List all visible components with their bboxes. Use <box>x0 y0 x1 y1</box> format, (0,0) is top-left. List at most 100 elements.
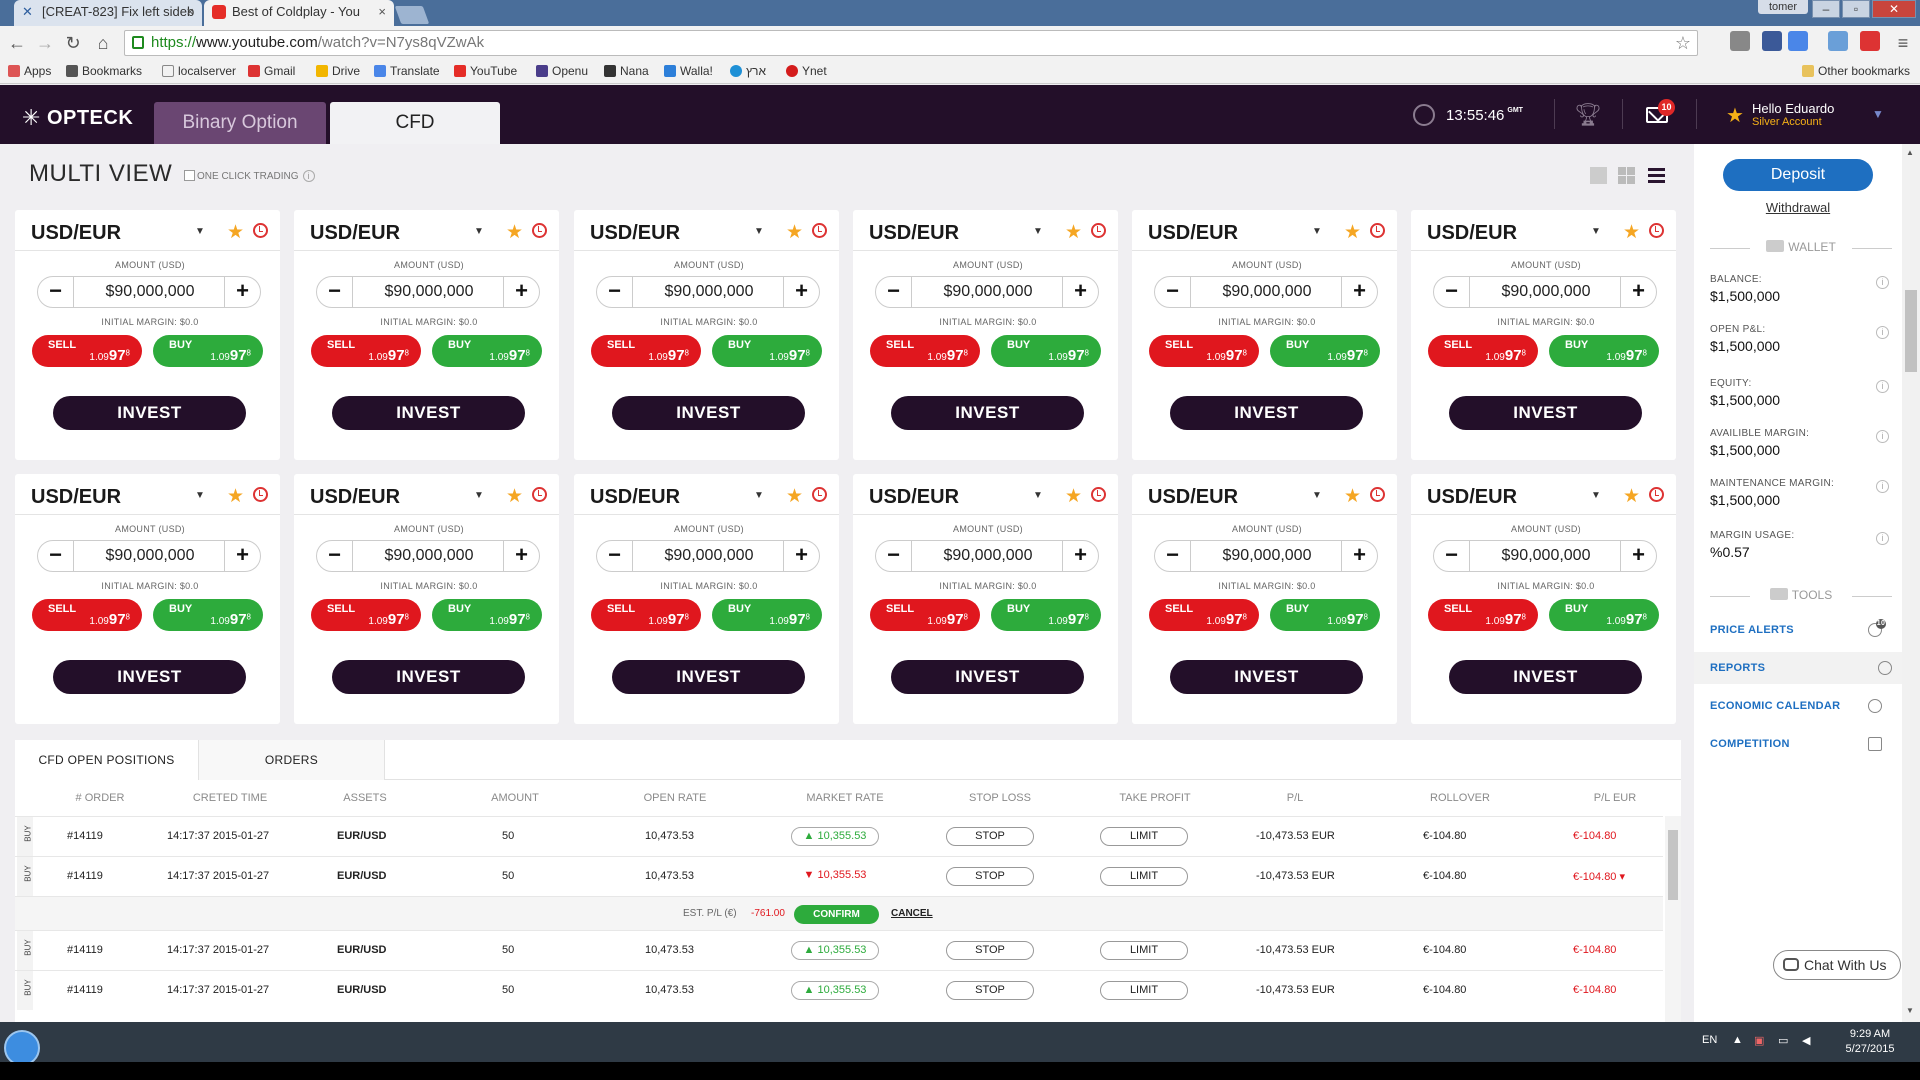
amount-input[interactable]: $90,000,000 <box>1191 277 1343 307</box>
forward-arrow-icon[interactable]: → <box>34 32 56 54</box>
invest-button[interactable]: INVEST <box>1449 660 1642 694</box>
asset-pair[interactable]: USD/EUR <box>590 486 680 509</box>
buy-button[interactable]: BUY 1.09978 <box>432 599 542 631</box>
chevron-down-icon[interactable]: ▼ <box>1312 226 1322 237</box>
sell-button[interactable]: SELL 1.09978 <box>870 599 980 631</box>
monitor-icon[interactable]: ▭ <box>1778 1034 1788 1047</box>
decrease-amount-button[interactable]: − <box>38 541 74 571</box>
asset-pair[interactable]: USD/EUR <box>31 222 121 245</box>
asset-pair[interactable]: USD/EUR <box>590 222 680 245</box>
favorite-star-icon[interactable]: ★ <box>1065 485 1082 508</box>
chevron-down-icon[interactable]: ▼ <box>1872 107 1884 121</box>
invest-button[interactable]: INVEST <box>53 396 246 430</box>
windows-start-icon[interactable] <box>4 1030 40 1066</box>
grid-view-icon[interactable] <box>1618 167 1635 184</box>
chat-button[interactable]: Chat With Us <box>1773 950 1901 980</box>
bookmark-walla[interactable]: Walla! <box>664 64 713 78</box>
decrease-amount-button[interactable]: − <box>876 277 912 307</box>
sell-button[interactable]: SELL 1.09978 <box>591 335 701 367</box>
reload-icon[interactable]: ↻ <box>62 32 84 54</box>
chevron-down-icon[interactable]: ▼ <box>1591 490 1601 501</box>
cancel-button[interactable]: CANCEL <box>891 908 933 919</box>
asset-pair[interactable]: USD/EUR <box>31 486 121 509</box>
bookmark-translate[interactable]: Translate <box>374 64 440 78</box>
amount-input[interactable]: $90,000,000 <box>353 277 505 307</box>
deposit-button[interactable]: Deposit <box>1723 159 1873 191</box>
info-icon[interactable]: i <box>1876 326 1889 339</box>
invest-button[interactable]: INVEST <box>612 396 805 430</box>
info-icon[interactable]: i <box>302 170 315 182</box>
take-profit-button[interactable]: LIMIT <box>1100 867 1188 886</box>
decrease-amount-button[interactable]: − <box>1155 541 1191 571</box>
alarm-clock-icon[interactable] <box>532 223 547 238</box>
bookmark-other[interactable]: Other bookmarks <box>1802 64 1910 78</box>
info-icon[interactable]: i <box>1876 276 1889 289</box>
favorite-star-icon[interactable]: ★ <box>1344 221 1361 244</box>
amount-input[interactable]: $90,000,000 <box>1470 541 1622 571</box>
tool-reports[interactable]: REPORTS <box>1694 652 1902 684</box>
chevron-down-icon[interactable]: ▼ <box>754 490 764 501</box>
decrease-amount-button[interactable]: − <box>1155 277 1191 307</box>
trophy-icon[interactable]: 🏆︎ <box>1574 102 1602 128</box>
tab-cfd[interactable]: CFD <box>330 102 500 144</box>
buy-button[interactable]: BUY 1.09978 <box>1270 599 1380 631</box>
table-row[interactable]: BUY #14119 14:17:37 2015-01-27 EUR/USD 50 10,… <box>15 856 1663 896</box>
camera-icon[interactable] <box>1828 31 1848 51</box>
chevron-down-icon[interactable]: ▼ <box>195 226 205 237</box>
buy-button[interactable]: BUY 1.09978 <box>991 599 1101 631</box>
alarm-clock-icon[interactable] <box>1649 223 1664 238</box>
table-scrollbar[interactable] <box>1665 816 1681 1022</box>
sell-button[interactable]: SELL 1.09978 <box>311 599 421 631</box>
stop-loss-button[interactable]: STOP <box>946 827 1034 846</box>
increase-amount-button[interactable]: + <box>224 277 260 307</box>
sell-button[interactable]: SELL 1.09978 <box>32 599 142 631</box>
invest-button[interactable]: INVEST <box>612 660 805 694</box>
sell-button[interactable]: SELL 1.09978 <box>591 599 701 631</box>
asset-pair[interactable]: USD/EUR <box>310 222 400 245</box>
bookmark-localserver[interactable]: localserver <box>162 64 236 78</box>
favorite-star-icon[interactable]: ★ <box>1344 485 1361 508</box>
url-input[interactable]: https://www.youtube.com/watch?v=N7ys8qVZ… <box>124 30 1698 56</box>
extension-gear-icon[interactable] <box>1730 31 1750 51</box>
confirm-button[interactable]: CONFIRM <box>794 905 879 924</box>
decrease-amount-button[interactable]: − <box>1434 541 1470 571</box>
decrease-amount-button[interactable]: − <box>597 277 633 307</box>
invest-button[interactable]: INVEST <box>1449 396 1642 430</box>
favorite-star-icon[interactable]: ★ <box>227 485 244 508</box>
bookmark-youtube[interactable]: YouTube <box>454 64 517 78</box>
amount-input[interactable]: $90,000,000 <box>1470 277 1622 307</box>
withdrawal-link[interactable]: Withdrawal <box>1694 200 1902 215</box>
decrease-amount-button[interactable]: − <box>597 541 633 571</box>
buy-button[interactable]: BUY 1.09978 <box>1270 335 1380 367</box>
buy-button[interactable]: BUY 1.09978 <box>432 335 542 367</box>
decrease-amount-button[interactable]: − <box>317 541 353 571</box>
system-clock[interactable]: 9:29 AM 5/27/2015 <box>1840 1028 1900 1055</box>
close-icon[interactable]: × <box>186 0 194 24</box>
increase-amount-button[interactable]: + <box>224 541 260 571</box>
asset-pair[interactable]: USD/EUR <box>1427 486 1517 509</box>
table-row[interactable]: BUY #14119 14:17:37 2015-01-27 EUR/USD 50 10,… <box>15 970 1663 1010</box>
favorite-star-icon[interactable]: ★ <box>1623 485 1640 508</box>
decrease-amount-button[interactable]: − <box>317 277 353 307</box>
language-indicator[interactable]: EN <box>1702 1034 1717 1046</box>
bookmark-star-icon[interactable]: ☆ <box>1675 31 1691 55</box>
minimize-button[interactable]: – <box>1812 0 1840 18</box>
increase-amount-button[interactable]: + <box>1062 541 1098 571</box>
alarm-clock-icon[interactable] <box>1091 223 1106 238</box>
asset-pair[interactable]: USD/EUR <box>1427 222 1517 245</box>
chevron-down-icon[interactable]: ▼ <box>474 226 484 237</box>
tab-cfd-open-positions[interactable]: CFD OPEN POSITIONS <box>15 740 199 780</box>
tool-economic-calendar[interactable]: ECONOMIC CALENDAR <box>1710 690 1892 722</box>
new-tab-button[interactable] <box>394 6 430 24</box>
stop-loss-button[interactable]: STOP <box>946 981 1034 1000</box>
invest-button[interactable]: INVEST <box>891 396 1084 430</box>
chevron-down-icon[interactable]: ▼ <box>1312 490 1322 501</box>
buy-button[interactable]: BUY 1.09978 <box>1549 335 1659 367</box>
chevron-down-icon[interactable]: ▼ <box>754 226 764 237</box>
alarm-clock-icon[interactable] <box>253 223 268 238</box>
increase-amount-button[interactable]: + <box>1341 277 1377 307</box>
greeting[interactable]: Hello Eduardo <box>1752 101 1834 116</box>
chevron-down-icon[interactable]: ▼ <box>474 490 484 501</box>
tool-competition[interactable]: COMPETITION <box>1710 728 1892 760</box>
increase-amount-button[interactable]: + <box>1620 277 1656 307</box>
